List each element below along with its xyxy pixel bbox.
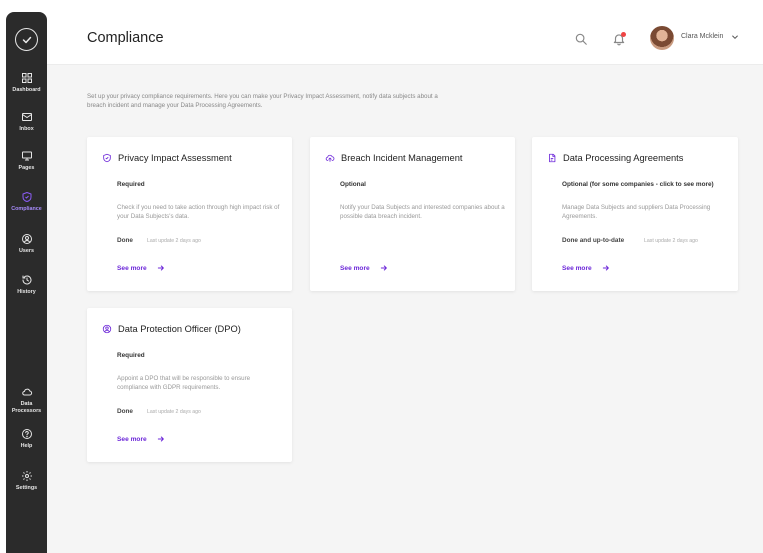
top-header: Compliance Clara Mcklein [47,12,763,65]
card-done-label: Done and up-to-date [562,237,625,244]
see-more-link[interactable]: See more [117,435,165,443]
sidebar-item-history[interactable]: History [6,274,47,296]
sidebar-item-label: Compliance [11,206,42,212]
card-done-label: Done [117,408,133,415]
history-icon [22,275,31,285]
see-more-link[interactable]: See more [117,264,165,272]
arrow-right-icon [157,436,164,442]
card-title: Breach Incident Management [341,153,463,163]
sidebar-item-label: Pages [18,165,35,171]
card-last-update: Last update 2 days ago [147,409,201,415]
user-circle-icon [102,324,112,334]
chevron-down-icon[interactable] [731,33,739,41]
sidebar-item-compliance[interactable]: Compliance [6,191,47,213]
card-last-update: Last update 2 days ago [147,238,201,244]
card-breach-incident-management: Breach Incident Management Optional Noti… [310,137,515,291]
card-privacy-impact-assessment: Privacy Impact Assessment Required Check… [87,137,292,291]
sidebar: Dashboard Inbox Pages Compliance Users H… [6,12,47,553]
user-circle-icon [21,234,32,244]
arrow-right-icon [157,265,164,271]
help-icon [21,429,32,439]
main-content: Set up your privacy compliance requireme… [47,65,763,553]
user-name[interactable]: Clara Mcklein [681,33,723,40]
see-more-link[interactable]: See more [340,264,388,272]
page-title: Compliance [87,30,164,46]
see-more-label: See more [340,264,370,272]
sidebar-item-label: Data Processors [11,401,42,414]
card-description: Appoint a DPO that will be responsible t… [117,375,251,391]
arrow-right-icon [380,265,387,271]
cloud-icon [21,388,32,396]
see-more-label: See more [117,435,147,443]
shield-check-icon [103,153,111,163]
card-done-label: Done [117,237,133,244]
monitor-icon [21,151,32,161]
gear-icon [21,471,32,481]
sidebar-item-data-processors[interactable]: Data Processors [6,386,47,414]
card-last-update: Last update 2 days ago [644,238,698,244]
see-more-link[interactable]: See more [562,264,610,272]
shield-icon [22,192,31,202]
document-icon [549,153,556,163]
sidebar-item-help[interactable]: Help [6,428,47,450]
see-more-label: See more [562,264,592,272]
card-status[interactable]: Optional (for some companies - click to … [562,181,714,188]
card-title: Privacy Impact Assessment [118,153,232,163]
cloud-upload-icon [325,154,335,162]
sidebar-item-pages[interactable]: Pages [6,150,47,172]
sidebar-item-settings[interactable]: Settings [6,470,47,492]
avatar[interactable] [650,26,674,50]
card-data-processing-agreements: Data Processing Agreements Optional (for… [532,137,738,291]
card-data-protection-officer: Data Protection Officer (DPO) Required A… [87,308,292,462]
grid-icon [21,73,32,83]
sidebar-item-inbox[interactable]: Inbox [6,111,47,133]
see-more-label: See more [117,264,147,272]
card-status: Required [117,181,145,188]
mail-icon [21,113,32,121]
card-description: Notify your Data Subjects and interested… [340,204,505,220]
sidebar-item-label: History [17,289,36,295]
search-icon[interactable] [574,32,588,46]
sidebar-item-label: Help [20,443,33,449]
sidebar-item-label: Inbox [19,126,34,132]
card-description: Manage Data Subjects and suppliers Data … [562,204,711,220]
logo-icon[interactable] [15,28,38,51]
arrow-right-icon [602,265,609,271]
card-status: Optional [340,181,366,188]
sidebar-item-label: Users [19,248,34,254]
sidebar-item-label: Settings [15,485,38,491]
sidebar-item-label: Dashboard [12,87,41,93]
card-description: Check if you need to take action through… [117,204,280,220]
card-title: Data Protection Officer (DPO) [118,324,241,334]
intro-text: Set up your privacy compliance requireme… [87,93,438,109]
card-title: Data Processing Agreements [563,153,684,163]
notification-dot [621,32,626,37]
sidebar-item-dashboard[interactable]: Dashboard [6,72,47,94]
card-status: Required [117,352,145,359]
sidebar-item-users[interactable]: Users [6,233,47,255]
